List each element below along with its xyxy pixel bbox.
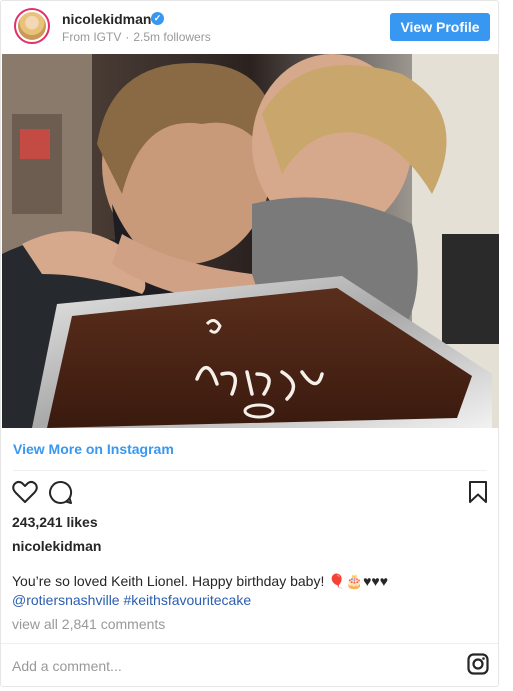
caption-text: You’re so loved Keith Lionel. Happy birt… [12,573,389,589]
divider [1,643,498,644]
source-label: From IGTV [62,30,122,44]
mention-links[interactable]: @rotiersnashville #keithsfavouritecake [12,592,251,608]
caption-mentions[interactable]: @rotiersnashville #keithsfavouritecake [12,592,251,608]
instagram-icon[interactable] [467,653,489,675]
view-more-link[interactable]: View More on Instagram [13,441,174,457]
follower-count: 2.5m followers [133,30,211,44]
photo-illustration [2,54,499,428]
instagram-embed-card: nicolekidman ✓ From IGTV · 2.5m followers … [0,0,499,687]
view-comments-link[interactable]: view all 2,841 comments [12,616,165,632]
heart-icon[interactable] [12,480,38,504]
post-photo[interactable] [2,54,499,428]
like-count[interactable]: 243,241 likes [12,514,98,530]
username[interactable]: nicolekidman [62,11,151,27]
divider [13,470,487,471]
bookmark-icon[interactable] [468,480,488,504]
view-profile-button[interactable]: View Profile [390,13,490,41]
comment-icon[interactable] [48,480,73,505]
separator-dot: · [125,30,130,44]
add-comment-field[interactable]: Add a comment... [12,658,122,674]
avatar[interactable] [14,8,50,44]
post-header: nicolekidman ✓ From IGTV · 2.5m followers … [1,1,498,53]
avatar-image [18,12,46,40]
caption-author[interactable]: nicolekidman [12,538,101,554]
post-subline: From IGTV · 2.5m followers [62,30,211,44]
verified-check-icon: ✓ [151,12,164,25]
